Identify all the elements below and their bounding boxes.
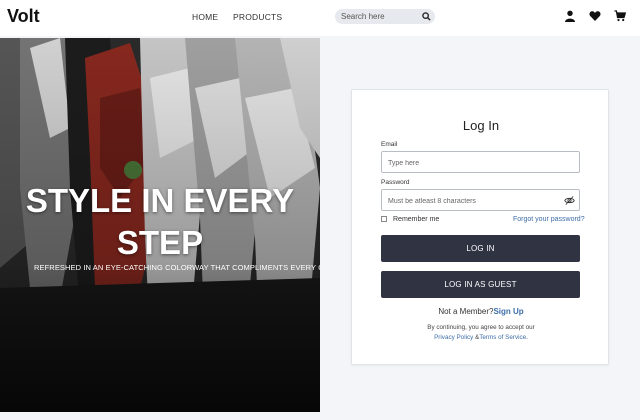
search-bar bbox=[335, 9, 435, 24]
forgot-password-link[interactable]: Forgot your password? bbox=[513, 216, 585, 223]
signup-link[interactable]: Sign Up bbox=[493, 307, 523, 316]
signup-prompt: Not a Member?Sign Up bbox=[352, 307, 610, 316]
heart-icon[interactable] bbox=[589, 10, 601, 22]
login-title: Log In bbox=[462, 118, 500, 133]
top-navbar: Volt HOME PRODUCTS bbox=[0, 0, 640, 36]
search-icon[interactable] bbox=[422, 12, 431, 21]
email-field[interactable] bbox=[382, 153, 579, 174]
login-as-guest-button[interactable]: LOG IN AS GUEST bbox=[381, 271, 580, 298]
brand-logo[interactable]: Volt bbox=[7, 6, 40, 27]
hero-title-line2: STEP bbox=[116, 224, 204, 261]
login-card: Log In Email Password Remember me Forgot… bbox=[351, 89, 609, 365]
terms-suffix-text: . bbox=[526, 334, 528, 341]
hero-banner: STYLE IN EVERY STEP REFRESHED IN AN EYE-… bbox=[0, 38, 320, 412]
terms-of-service-link[interactable]: Terms of Service bbox=[479, 334, 526, 341]
password-field-wrapper bbox=[381, 189, 580, 212]
checkbox-box[interactable] bbox=[381, 216, 387, 222]
terms-prefix-text: By continuing, you agree to accept our bbox=[427, 324, 535, 331]
email-field-wrapper bbox=[381, 151, 580, 174]
cart-icon[interactable] bbox=[614, 10, 626, 22]
login-button[interactable]: LOG IN bbox=[381, 235, 580, 262]
user-icon[interactable] bbox=[564, 10, 576, 22]
privacy-policy-link[interactable]: Privacy Policy bbox=[434, 334, 473, 341]
member-prompt-text: Not a Member? bbox=[438, 307, 494, 316]
nav-products-link[interactable]: PRODUCTS bbox=[233, 12, 282, 22]
terms-notice: By continuing, you agree to accept our P… bbox=[352, 323, 610, 343]
password-label: Password bbox=[381, 179, 410, 186]
remember-me-checkbox[interactable]: Remember me bbox=[381, 216, 439, 223]
eye-slash-icon[interactable] bbox=[564, 195, 575, 206]
remember-me-label: Remember me bbox=[393, 216, 440, 223]
email-label: Email bbox=[381, 141, 398, 148]
hero-subtitle: REFRESHED IN AN EYE-CATCHING COLORWAY TH… bbox=[34, 263, 320, 272]
password-field[interactable] bbox=[382, 191, 579, 212]
hero-title-line1: STYLE IN EVERY bbox=[25, 182, 295, 219]
nav-home-link[interactable]: HOME bbox=[192, 12, 218, 22]
search-input[interactable] bbox=[335, 9, 419, 24]
